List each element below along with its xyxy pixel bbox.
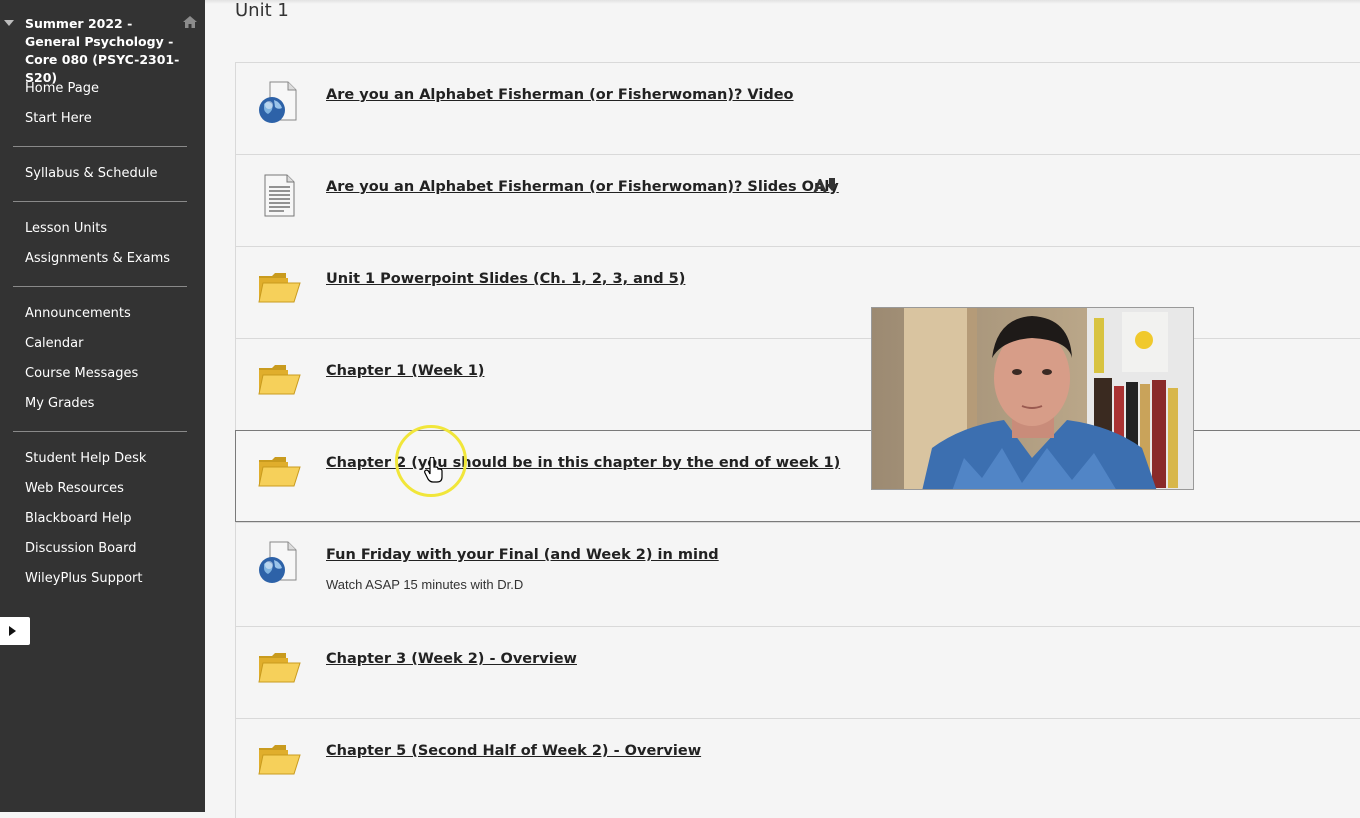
sidebar-item-lesson-units[interactable]: Lesson Units <box>25 221 107 236</box>
sidebar-divider <box>13 146 187 147</box>
sidebar-item-student-help-desk[interactable]: Student Help Desk <box>25 451 146 466</box>
top-shadow <box>205 0 1360 4</box>
content-item-link[interactable]: Chapter 5 (Second Half of Week 2) - Over… <box>326 743 701 759</box>
sidebar-item-assignments-exams[interactable]: Assignments & Exams <box>25 251 170 266</box>
sidebar-item-syllabus-schedule[interactable]: Syllabus & Schedule <box>25 166 158 181</box>
sidebar-divider <box>13 431 187 432</box>
folder-icon <box>256 448 302 494</box>
content-item: Are you an Alphabet Fisherman (or Fisher… <box>235 154 1360 246</box>
content-item: Are you an Alphabet Fisherman (or Fisher… <box>235 62 1360 154</box>
course-title[interactable]: Summer 2022 - General Psychology - Core … <box>25 15 185 87</box>
web-link-icon <box>256 540 302 586</box>
course-header: Summer 2022 - General Psychology - Core … <box>0 12 205 85</box>
content-item: Chapter 3 (Week 2) - Overview <box>235 626 1360 718</box>
content-item-link[interactable]: Unit 1 Powerpoint Slides (Ch. 1, 2, 3, a… <box>326 271 685 287</box>
sidebar-divider <box>13 286 187 287</box>
hand-cursor-icon <box>424 457 443 483</box>
document-icon <box>256 172 302 218</box>
content-item-link[interactable]: Fun Friday with your Final (and Week 2) … <box>326 547 719 563</box>
sidebar-item-home-page[interactable]: Home Page <box>25 81 99 96</box>
webcam-video-overlay <box>871 307 1194 490</box>
presenter-video-icon <box>872 308 1193 489</box>
sidebar-item-web-resources[interactable]: Web Resources <box>25 481 124 496</box>
content-item-link[interactable]: Are you an Alphabet Fisherman (or Fisher… <box>326 87 794 103</box>
sidebar-divider <box>13 201 187 202</box>
download-options-icon[interactable] <box>812 177 838 195</box>
content-item: Fun Friday with your Final (and Week 2) … <box>235 522 1360 626</box>
content-item-description: Watch ASAP 15 minutes with Dr.D <box>326 577 524 592</box>
folder-icon <box>256 736 302 782</box>
collapse-caret-icon[interactable] <box>4 20 14 26</box>
web-link-icon <box>256 80 302 126</box>
sidebar-item-calendar[interactable]: Calendar <box>25 336 83 351</box>
home-icon[interactable] <box>182 14 198 30</box>
content-item-link[interactable]: Chapter 1 (Week 1) <box>326 363 484 379</box>
sidebar-item-course-messages[interactable]: Course Messages <box>25 366 138 381</box>
folder-icon <box>256 356 302 402</box>
content-item: Chapter 5 (Second Half of Week 2) - Over… <box>235 718 1360 818</box>
content-item-link[interactable]: Are you an Alphabet Fisherman (or Fisher… <box>326 179 839 195</box>
toggle-menu-button[interactable] <box>0 617 30 645</box>
sidebar-item-my-grades[interactable]: My Grades <box>25 396 94 411</box>
sidebar-item-blackboard-help[interactable]: Blackboard Help <box>25 511 131 526</box>
folder-icon <box>256 644 302 690</box>
sidebar-item-discussion-board[interactable]: Discussion Board <box>25 541 136 556</box>
sidebar-item-start-here[interactable]: Start Here <box>25 111 92 126</box>
sidebar-item-announcements[interactable]: Announcements <box>25 306 131 321</box>
play-arrow-icon <box>9 626 16 636</box>
sidebar-item-wileyplus-support[interactable]: WileyPlus Support <box>25 571 142 586</box>
folder-icon <box>256 264 302 310</box>
page-title: Unit 1 <box>235 0 289 21</box>
content-item-link[interactable]: Chapter 3 (Week 2) - Overview <box>326 651 577 667</box>
course-menu-sidebar: Summer 2022 - General Psychology - Core … <box>0 0 205 812</box>
